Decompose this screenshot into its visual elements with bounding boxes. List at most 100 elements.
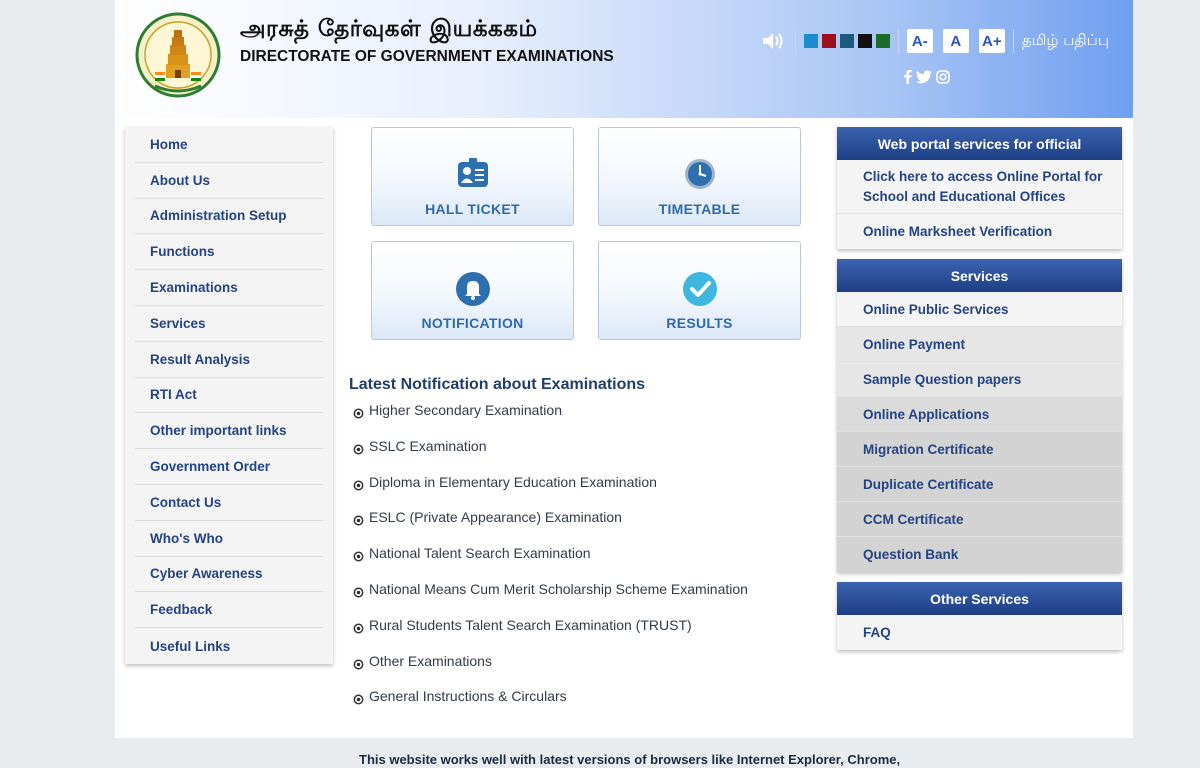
radio-bullet-icon [353, 621, 364, 637]
nav-item-other-important-links[interactable]: Other important links [135, 413, 323, 450]
timetable-tile[interactable]: TIMETABLE [598, 127, 801, 226]
nav-item-result-analysis[interactable]: Result Analysis [135, 342, 323, 378]
font-normal-button[interactable]: A [942, 29, 969, 53]
tile-label: NOTIFICATION [421, 315, 524, 331]
nav-item-services[interactable]: Services [135, 306, 323, 342]
radio-bullet-icon [353, 549, 364, 565]
radio-bullet-icon [353, 442, 364, 458]
notification-link[interactable]: General Instructions & Circulars [353, 688, 748, 724]
notifications-list: Higher Secondary Examination SSLC Examin… [353, 402, 748, 724]
notification-link[interactable]: Other Examinations [353, 653, 748, 689]
nav-item-label: Administration Setup [150, 208, 287, 224]
radio-bullet-icon [353, 513, 364, 529]
font-increase-button[interactable]: A+ [978, 29, 1005, 53]
notification-label: Diploma in Elementary Education Examinat… [369, 473, 657, 490]
theme-swatch-blue[interactable] [803, 34, 818, 48]
notification-link[interactable]: National Talent Search Examination [353, 545, 748, 581]
panel-header: Web portal services for official [837, 127, 1122, 160]
notification-label: Rural Students Talent Search Examination… [369, 616, 692, 633]
latest-notifications-heading: Latest Notification about Examinations [349, 376, 646, 393]
site-title-english: DIRECTORATE OF GOVERNMENT EXAMINATIONS [240, 48, 614, 65]
nav-item-examinations[interactable]: Examinations [135, 270, 323, 306]
bell-icon [455, 272, 490, 311]
service-link-online-payment[interactable]: Online Payment [837, 327, 1122, 362]
radio-bullet-icon [353, 692, 364, 708]
speaker-icon[interactable] [761, 30, 787, 52]
accessibility-toolbar: A- A A+ தமிழ் பதிப்பு [761, 28, 1109, 54]
tile-label: TIMETABLE [658, 201, 741, 217]
radio-bullet-icon [353, 657, 364, 673]
theme-swatch-teal[interactable] [839, 34, 854, 48]
service-link-duplicate-certificate[interactable]: Duplicate Certificate [837, 467, 1122, 502]
site-header: அரசுத் தேர்வுகள் இயக்ககம் DIRECTORATE OF… [115, 0, 1133, 118]
nav-item-functions[interactable]: Functions [135, 234, 323, 271]
notification-link[interactable]: Rural Students Talent Search Examination… [353, 617, 748, 653]
notification-link[interactable]: SSLC Examination [353, 438, 748, 474]
online-portal-link[interactable]: Click here to access Online Portal for S… [837, 160, 1122, 214]
faq-link[interactable]: FAQ [837, 615, 1122, 650]
radio-bullet-icon [353, 406, 364, 422]
theme-swatch-maroon[interactable] [821, 34, 836, 48]
nav-item-cyber-awareness[interactable]: Cyber Awareness [135, 557, 323, 593]
service-link-question-bank[interactable]: Question Bank [837, 537, 1122, 572]
nav-item-home[interactable]: Home [135, 127, 323, 163]
social-links [903, 69, 950, 84]
notification-label: National Talent Search Examination [369, 545, 591, 562]
nav-item-whos-who[interactable]: Who's Who [135, 521, 323, 557]
notification-tile[interactable]: NOTIFICATION [371, 241, 574, 340]
service-link-sample-question-papers[interactable]: Sample Question papers [837, 362, 1122, 397]
notification-label: General Instructions & Circulars [369, 688, 567, 705]
tamil-nadu-emblem-logo[interactable] [135, 12, 221, 98]
theme-swatch-green[interactable] [875, 34, 890, 48]
nav-item-label: Examinations [150, 280, 238, 296]
nav-item-label: Services [150, 315, 206, 331]
nav-item-label: RTI Act [150, 387, 197, 403]
results-tile[interactable]: RESULTS [598, 241, 801, 340]
nav-item-useful-links[interactable]: Useful Links [135, 628, 323, 664]
nav-item-rti-act[interactable]: RTI Act [135, 378, 323, 414]
clock-icon [684, 158, 716, 195]
footer-text: This website works well with latest vers… [359, 752, 901, 767]
radio-bullet-icon [353, 478, 364, 494]
nav-item-label: Cyber Awareness [150, 566, 263, 582]
notification-label: Other Examinations [369, 652, 492, 669]
other-services-panel: Other Services FAQ [837, 582, 1122, 650]
instagram-icon[interactable] [936, 69, 950, 84]
toolbar-divider [794, 29, 796, 53]
font-decrease-button[interactable]: A- [906, 29, 933, 53]
nav-item-label: Result Analysis [150, 351, 251, 367]
panel-header: Services [837, 259, 1122, 292]
notification-label: SSLC Examination [369, 437, 487, 454]
nav-item-label: About Us [150, 172, 210, 188]
notification-link[interactable]: ESLC (Private Appearance) Examination [353, 509, 748, 545]
notification-link[interactable]: Higher Secondary Examination [353, 402, 748, 438]
nav-item-government-order[interactable]: Government Order [135, 449, 323, 485]
nav-item-feedback[interactable]: Feedback [135, 592, 323, 629]
nav-item-label: Who's Who [150, 530, 223, 546]
hall-ticket-tile[interactable]: HALL TICKET [371, 127, 574, 226]
facebook-icon[interactable] [903, 69, 912, 84]
notification-link[interactable]: Diploma in Elementary Education Examinat… [353, 474, 748, 510]
page: அரசுத் தேர்வுகள் இயக்ககம் DIRECTORATE OF… [115, 0, 1133, 768]
service-link-online-applications[interactable]: Online Applications [837, 397, 1122, 432]
nav-item-label: Useful Links [150, 638, 231, 654]
site-title-tamil: அரசுத் தேர்வுகள் இயக்ககம் [240, 16, 538, 42]
nav-item-contact-us[interactable]: Contact Us [135, 485, 323, 521]
twitter-icon[interactable] [916, 69, 932, 84]
browser-compatibility-footer: This website works well with latest vers… [115, 738, 1133, 768]
service-link-ccm-certificate[interactable]: CCM Certificate [837, 502, 1122, 537]
nav-item-label: Contact Us [150, 494, 222, 510]
theme-swatch-black[interactable] [857, 34, 872, 48]
radio-bullet-icon [353, 585, 364, 601]
nav-item-label: Feedback [150, 602, 213, 618]
nav-item-about-us[interactable]: About Us [135, 163, 323, 199]
notification-link[interactable]: National Means Cum Merit Scholarship Sch… [353, 581, 748, 617]
tile-label: HALL TICKET [425, 201, 520, 217]
nav-item-administration-setup[interactable]: Administration Setup [135, 199, 323, 235]
service-link-migration-certificate[interactable]: Migration Certificate [837, 432, 1122, 467]
service-link-online-public-services[interactable]: Online Public Services [837, 292, 1122, 327]
services-panel: Services Online Public Services Online P… [837, 259, 1122, 572]
language-toggle-link[interactable]: தமிழ் பதிப்பு [1022, 31, 1109, 51]
nav-item-label: Home [150, 136, 188, 152]
marksheet-verification-link[interactable]: Online Marksheet Verification [837, 214, 1122, 249]
